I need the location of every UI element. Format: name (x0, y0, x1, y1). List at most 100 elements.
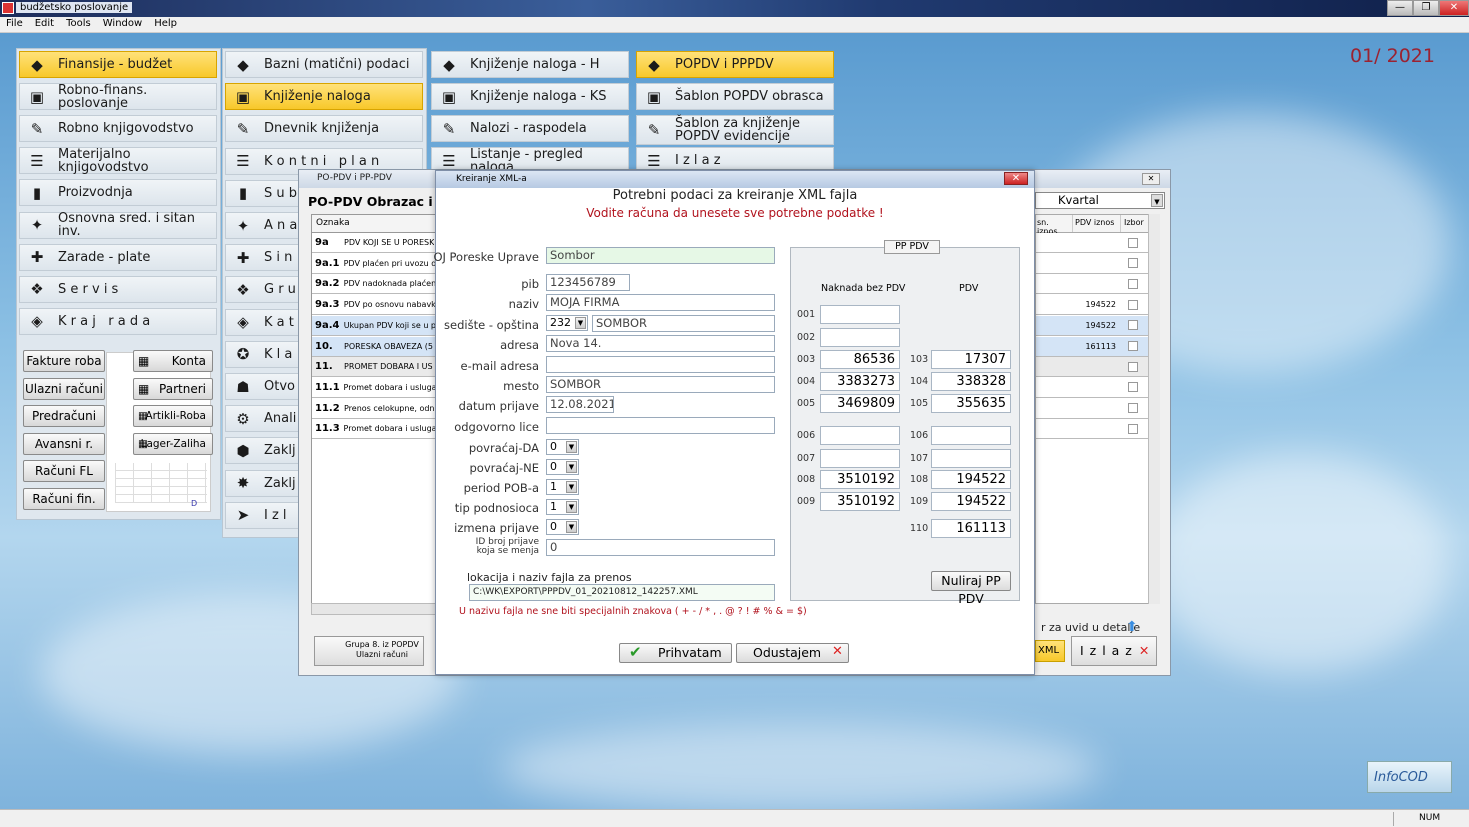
oj-field[interactable]: Sombor (546, 247, 775, 264)
table-row[interactable]: 194522 (1036, 295, 1154, 316)
quick-left-button-2[interactable]: Predračuni (23, 405, 105, 427)
pp-left-field-001[interactable] (820, 305, 900, 324)
quick-left-button-1[interactable]: Ulazni računi (23, 377, 105, 400)
kvartal-select[interactable]: Kvartal ▼ (1035, 192, 1165, 209)
menu-edit[interactable]: Edit (29, 17, 60, 30)
id-field[interactable]: 0 (546, 539, 775, 556)
table-row[interactable] (1036, 398, 1154, 419)
pp-left-field-005[interactable]: 3469809 (820, 394, 900, 413)
select-checkbox[interactable] (1128, 320, 1138, 331)
adresa-field[interactable]: Nova 14. (546, 335, 775, 352)
quick-left-button-3[interactable]: Avansni r. (23, 432, 105, 455)
popdv-menu-item-1[interactable]: ▣ Šablon POPDV obrasca (636, 83, 834, 110)
menu-help[interactable]: Help (148, 17, 183, 30)
quick-right-button-0[interactable]: ▦ Konta (133, 350, 213, 372)
select-checkbox[interactable] (1128, 341, 1138, 351)
pp-right-field-104[interactable]: 338328 (931, 372, 1011, 391)
restore-button[interactable]: ❐ (1413, 0, 1439, 16)
sediste-code-select[interactable]: 232 ▼ (546, 315, 588, 331)
select-checkbox[interactable] (1128, 423, 1138, 434)
finance-menu-item-4[interactable]: ▮ Proizvodnja (19, 179, 217, 207)
table-row[interactable]: 11.3 Promet dobara i usluga (312, 419, 435, 440)
posting-menu-item-2[interactable]: ✎ Nalozi - raspodela (431, 115, 629, 142)
finance-menu-item-7[interactable]: ❖ S e r v i s (19, 275, 217, 303)
table-row[interactable]: 194522 (1036, 315, 1154, 336)
table-row[interactable]: 10. PORESKA OBAVEZA (5 (312, 336, 435, 357)
pp-right-field-108[interactable]: 194522 (931, 470, 1011, 489)
izmena-select[interactable]: 0 ▼ (546, 519, 579, 535)
table-row[interactable] (1036, 233, 1154, 253)
xml-button[interactable]: XML (1035, 640, 1065, 662)
minimize-button[interactable]: — (1387, 0, 1413, 16)
select-checkbox[interactable] (1128, 299, 1138, 310)
popdv-menu-item-2[interactable]: ✎ Šablon za knjiženje POPDV evidencije (636, 115, 834, 145)
table-row[interactable] (1036, 419, 1154, 440)
dialog-close-button[interactable]: ✕ (1004, 172, 1028, 185)
finance-menu-item-2[interactable]: ✎ Robno knjigovodstvo (19, 115, 217, 143)
table-row[interactable]: 9a.2 PDV nadoknada plaćen (312, 274, 435, 295)
pp-left-field-008[interactable]: 3510192 (820, 470, 900, 489)
finance-menu-item-8[interactable]: ◈ K r a j r a d a (19, 307, 217, 335)
pp-right-field-106[interactable] (931, 426, 1011, 445)
pp-left-field-009[interactable]: 3510192 (820, 492, 900, 511)
pp-right-field-105[interactable]: 355635 (931, 394, 1011, 413)
table-row[interactable]: 9a.3 PDV po osnovu nabavk (312, 295, 435, 316)
quick-right-button-1[interactable]: ▦ Partneri (133, 377, 213, 400)
finance-menu-item-3[interactable]: ☰ Materijalno knjigovodstvo (19, 147, 217, 175)
table-row[interactable] (1036, 253, 1154, 274)
select-checkbox[interactable] (1128, 278, 1138, 289)
finance-submenu-item-2[interactable]: ✎ Dnevnik knjiženja (225, 115, 423, 143)
pib-field[interactable]: 123456789 (546, 274, 630, 291)
pp-right-field-103[interactable]: 17307 (931, 350, 1011, 369)
table-row[interactable]: 11.2 Prenos celokupne, odn (312, 398, 435, 419)
posting-menu-item-0[interactable]: ◆ Knjiženje naloga - H (431, 51, 629, 78)
datum-field[interactable]: 12.08.2021 (546, 396, 614, 413)
naziv-field[interactable]: MOJA FIRMA (546, 294, 775, 311)
table-row[interactable]: 161113 (1036, 336, 1154, 357)
table-row[interactable] (1036, 357, 1154, 378)
file-path-field[interactable]: C:\WK\EXPORT\PPPDV_01_20210812_142257.XM… (469, 584, 775, 601)
pov-ne-select[interactable]: 0 ▼ (546, 459, 579, 475)
popdv-menu-item-0[interactable]: ◆ POPDV i PPPDV (636, 51, 834, 78)
table-row[interactable] (1036, 377, 1154, 398)
close-app-button[interactable]: ✕ (1439, 0, 1469, 16)
popdv-close-button[interactable]: ✕ (1142, 173, 1160, 185)
menu-file[interactable]: File (0, 17, 29, 30)
odg-field[interactable] (546, 417, 775, 434)
pp-left-field-003[interactable]: 86536 (820, 350, 900, 369)
table-row[interactable]: 11. PROMET DOBARA I US (312, 357, 435, 378)
select-checkbox[interactable] (1128, 237, 1138, 248)
mesto-field[interactable]: SOMBOR (546, 376, 775, 393)
pp-left-field-006[interactable] (820, 426, 900, 445)
period-select[interactable]: 1 ▼ (546, 479, 579, 495)
reset-pp-pdv-button[interactable]: Nuliraj PP PDV (931, 571, 1011, 606)
quick-right-button-3[interactable]: ▦ Lager-Zaliha (133, 432, 213, 455)
popdv-vscroll[interactable] (1148, 214, 1160, 604)
pp-right-field-110[interactable]: 161113 (931, 519, 1011, 538)
table-row[interactable]: 9a PDV KOJI SE U PORESK (312, 233, 435, 253)
table-row[interactable]: 9a.4 Ukupan PDV koji se u p (312, 315, 435, 336)
table-row[interactable]: 11.1 Promet dobara i usluga (312, 377, 435, 398)
quick-left-button-5[interactable]: Računi fin. (23, 487, 105, 510)
pp-left-field-002[interactable] (820, 328, 900, 347)
select-checkbox[interactable] (1128, 258, 1138, 269)
pp-right-field-107[interactable] (931, 449, 1011, 468)
tip-select[interactable]: 1 ▼ (546, 499, 579, 515)
popdv-hscroll[interactable] (311, 603, 436, 615)
pov-da-select[interactable]: 0 ▼ (546, 439, 579, 455)
menu-window[interactable]: Window (97, 17, 148, 30)
table-row[interactable] (1036, 274, 1154, 295)
finance-submenu-item-0[interactable]: ◆ Bazni (matični) podaci (225, 51, 423, 78)
sediste-field[interactable]: SOMBOR (592, 315, 775, 332)
pp-left-field-007[interactable] (820, 449, 900, 468)
finance-menu-item-6[interactable]: ✚ Zarade - plate (19, 243, 217, 271)
finance-menu-item-0[interactable]: ◆ Finansije - budžet (19, 51, 217, 78)
izlaz-button[interactable]: I z l a z ✕ (1071, 636, 1157, 666)
grupa-button[interactable]: Grupa 8. iz POPDV Ulazni računi (314, 636, 424, 666)
menu-tools[interactable]: Tools (60, 17, 97, 30)
pp-right-field-109[interactable]: 194522 (931, 492, 1011, 511)
table-row[interactable]: 9a.1 PDV plaćen pri uvozu d (312, 253, 435, 274)
select-checkbox[interactable] (1128, 361, 1138, 372)
finance-menu-item-1[interactable]: ▣ Robno-finans. poslovanje (19, 83, 217, 111)
quick-left-button-4[interactable]: Računi FL (23, 460, 105, 482)
